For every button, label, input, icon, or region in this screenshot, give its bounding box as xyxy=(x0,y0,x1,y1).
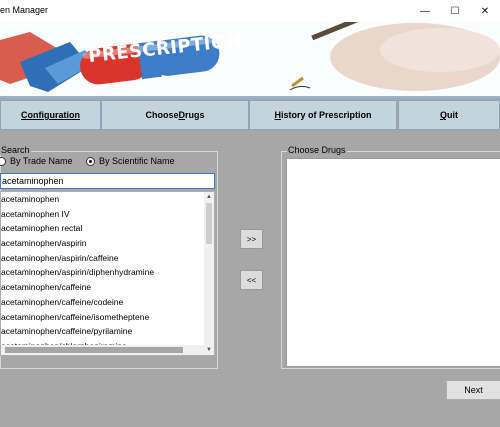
radio-scientific-indicator xyxy=(86,156,95,166)
add-drug-button[interactable]: >> xyxy=(240,229,263,249)
nav-choose-drugs-label-post: rugs xyxy=(185,110,205,120)
title-bar: en Manager — ☐ ✕ xyxy=(0,0,500,22)
radio-scientific-label: By Scientific Name xyxy=(99,156,175,166)
search-group-label: Search xyxy=(0,145,31,155)
banner-illustration-icon xyxy=(0,22,500,92)
list-item[interactable]: acetaminophen/aspirin/diphenhydramine xyxy=(1,265,214,280)
list-item[interactable]: acetaminophen/aspirin/caffeine xyxy=(1,251,214,266)
list-item[interactable]: acetaminophen/caffeine/pyrilamine xyxy=(1,324,214,339)
vertical-scroll-thumb[interactable] xyxy=(206,203,212,244)
choose-drugs-group-label: Choose Drugs xyxy=(287,145,347,155)
list-item[interactable]: acetaminophen/aspirin xyxy=(1,236,214,251)
scroll-down-icon[interactable]: ▼ xyxy=(204,345,214,355)
next-button[interactable]: Next xyxy=(446,380,500,400)
results-horizontal-scrollbar[interactable] xyxy=(1,345,204,355)
nav-quit-button[interactable]: Quit xyxy=(398,100,500,130)
nav-history-label: istory of Prescription xyxy=(280,110,372,120)
window-title: en Manager xyxy=(0,5,49,15)
remove-drug-button[interactable]: << xyxy=(240,270,263,290)
minimize-button[interactable]: — xyxy=(410,0,440,22)
nav-configuration-button[interactable]: Configuration xyxy=(0,100,101,130)
nav-choose-drugs-label-pre: Choose xyxy=(145,110,179,120)
search-results-list[interactable]: acetaminophen acetaminophen IV acetaminoph… xyxy=(0,191,215,356)
search-results-items: acetaminophen acetaminophen IV acetaminoph… xyxy=(1,192,214,354)
nav-history-button[interactable]: History of Prescription xyxy=(249,100,397,130)
banner-divider xyxy=(0,96,500,98)
results-vertical-scrollbar[interactable]: ▲ ▼ xyxy=(204,192,214,355)
radio-by-scientific-name[interactable]: By Scientific Name xyxy=(86,156,175,166)
list-item[interactable]: acetaminophen/caffeine/codeine xyxy=(1,295,214,310)
list-item[interactable]: acetaminophen xyxy=(1,192,214,207)
radio-trade-label: By Trade Name xyxy=(10,156,73,166)
list-item[interactable]: acetaminophen rectal xyxy=(1,221,214,236)
prescription-banner: PRESCRIPTION xyxy=(0,22,500,98)
scroll-up-icon[interactable]: ▲ xyxy=(204,192,214,202)
nav-configuration-label: Configuration xyxy=(21,110,80,120)
list-item[interactable]: acetaminophen/caffeine/isometheptene xyxy=(1,310,214,325)
close-button[interactable]: ✕ xyxy=(470,0,500,22)
radio-by-trade-name[interactable]: By Trade Name xyxy=(0,156,73,166)
nav-choose-drugs-button[interactable]: Choose Drugs xyxy=(101,100,249,130)
list-item[interactable]: acetaminophen/caffeine xyxy=(1,280,214,295)
chosen-drugs-list[interactable] xyxy=(286,158,500,367)
horizontal-scroll-thumb[interactable] xyxy=(5,347,183,353)
radio-trade-indicator xyxy=(0,156,6,166)
maximize-button[interactable]: ☐ xyxy=(440,0,470,22)
list-item[interactable]: acetaminophen IV xyxy=(1,207,214,222)
nav-quit-label-accel: Q xyxy=(439,110,447,120)
nav-quit-label: uit xyxy=(447,110,458,120)
drug-search-input[interactable] xyxy=(0,173,215,189)
